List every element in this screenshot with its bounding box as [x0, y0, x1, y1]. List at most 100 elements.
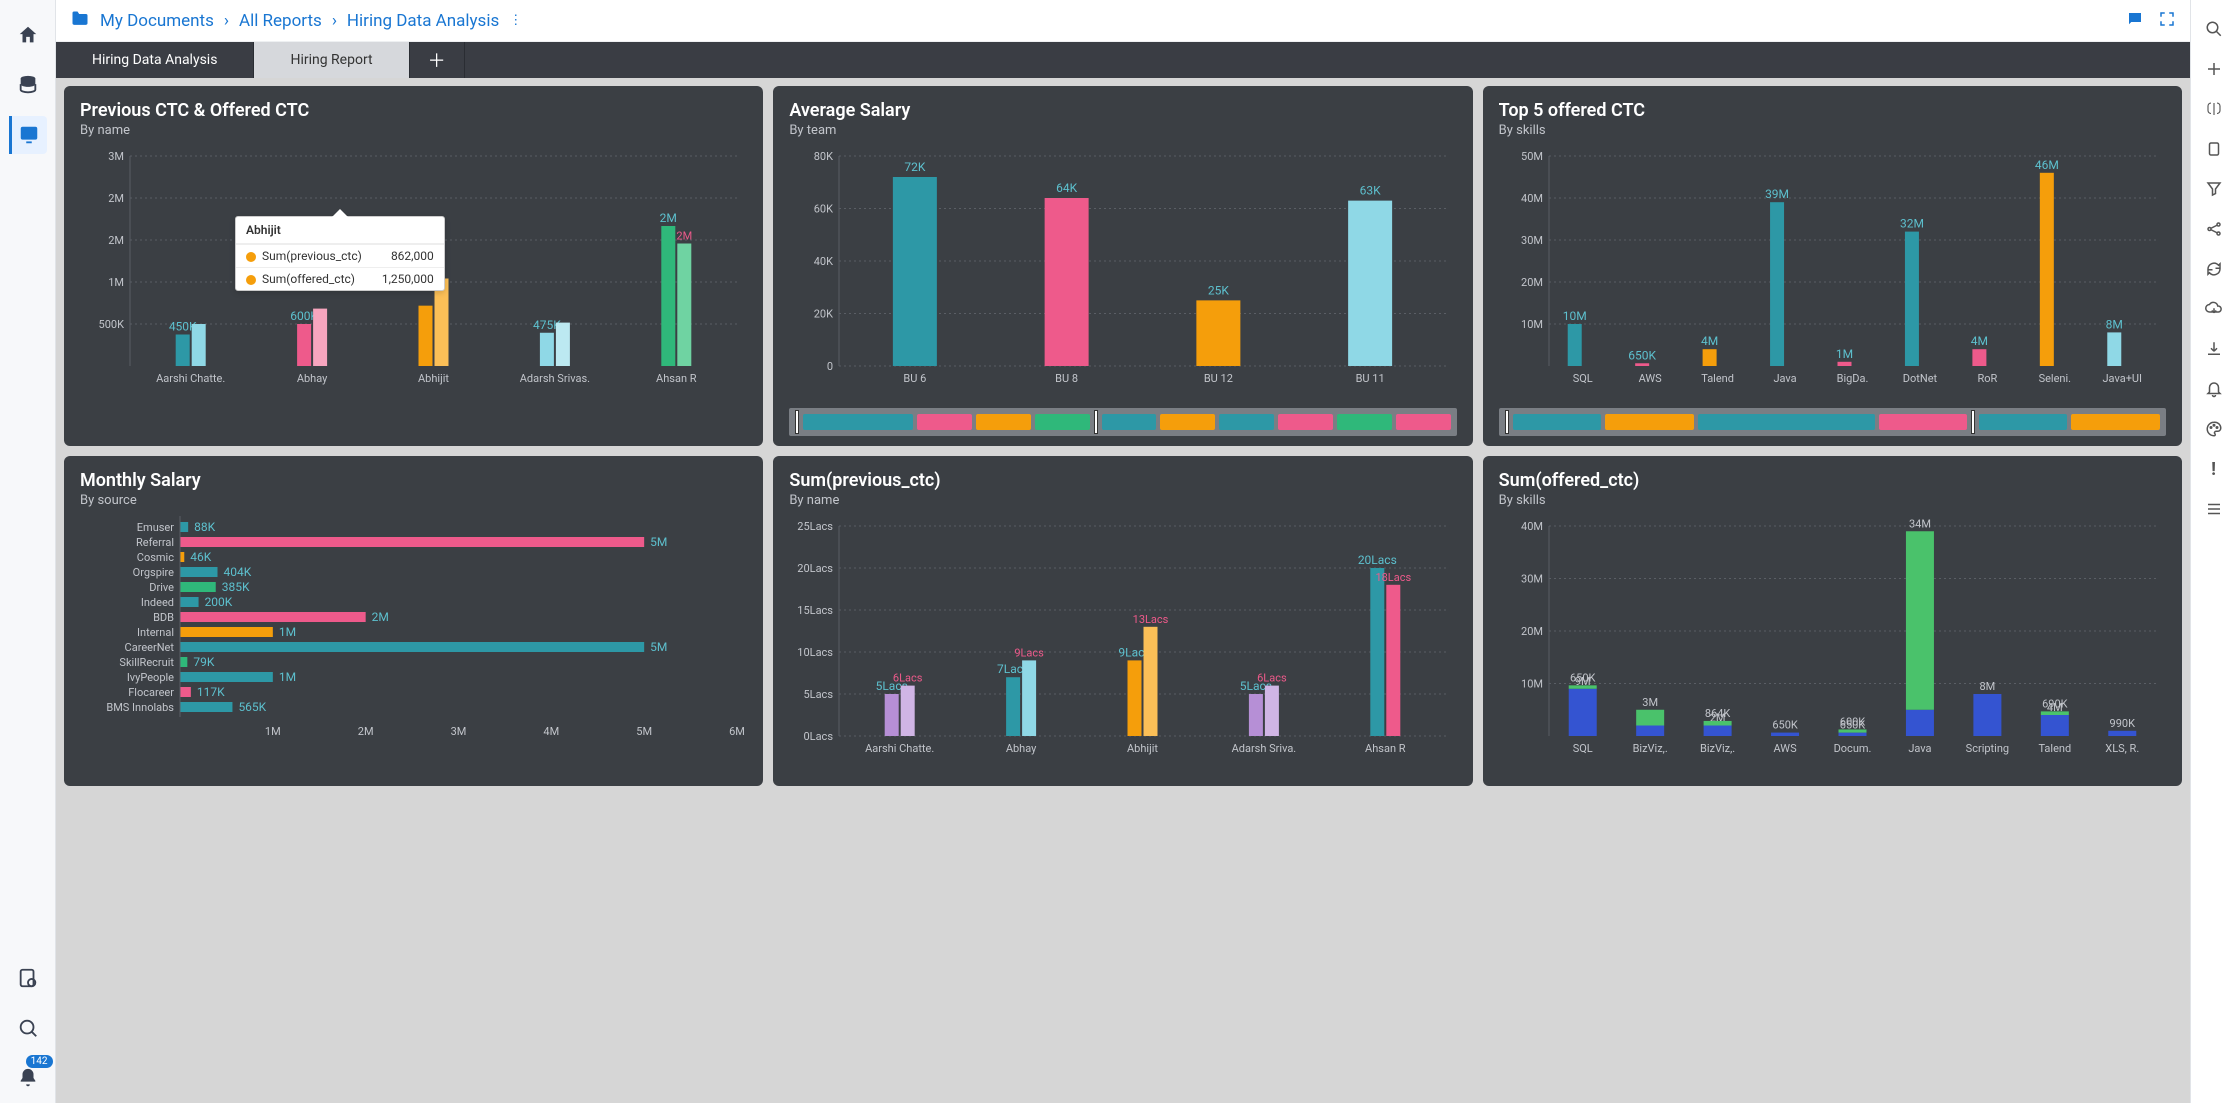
svg-text:10M: 10M	[1521, 318, 1543, 331]
card-subtitle: By skills	[1499, 123, 2166, 138]
download-icon[interactable]	[2203, 338, 2225, 360]
bell-icon[interactable]	[2203, 378, 2225, 400]
chart-top5-ctc[interactable]: 10M20M30M40M50MSQL10MAWS650KTalend4MJava…	[1499, 146, 2166, 400]
svg-text:BU 12: BU 12	[1204, 372, 1233, 385]
svg-text:Docum.: Docum.	[1833, 742, 1871, 755]
palette-icon[interactable]	[2203, 418, 2225, 440]
svg-text:Indeed: Indeed	[141, 596, 174, 609]
svg-text:20K: 20K	[814, 308, 833, 321]
svg-text:Referral: Referral	[136, 536, 174, 549]
svg-text:2M: 2M	[108, 234, 124, 247]
audit-icon[interactable]	[9, 959, 47, 997]
svg-text:3M: 3M	[108, 150, 124, 163]
svg-text:Ahsan R: Ahsan R	[656, 372, 697, 385]
svg-text:2M: 2M	[676, 230, 692, 243]
tooltip-title: Abhijit	[236, 217, 444, 244]
card-title: Monthly Salary	[80, 470, 747, 491]
svg-text:63K: 63K	[1360, 184, 1381, 198]
chart-scrub-bar[interactable]	[1499, 408, 2166, 436]
svg-text:BMS Innolabs: BMS Innolabs	[106, 701, 174, 714]
share-icon[interactable]	[2203, 218, 2225, 240]
svg-text:3M: 3M	[1642, 696, 1658, 709]
svg-text:AWS: AWS	[1638, 372, 1662, 385]
svg-text:10Lacs: 10Lacs	[798, 646, 834, 659]
breadcrumb-item-0[interactable]: My Documents	[100, 11, 214, 31]
svg-text:SkillRecruit: SkillRecruit	[119, 656, 174, 669]
svg-text:650K: 650K	[1628, 348, 1656, 362]
svg-text:Abhijit: Abhijit	[418, 372, 449, 385]
chart-sum-off[interactable]: 10M20M30M40MSQL9M650KBizViz,.2M3MBizViz,…	[1499, 516, 2166, 776]
chart-ctc-compare[interactable]: Abhijit Sum(previous_ctc)862,000 Sum(off…	[80, 146, 747, 436]
chart-avg-salary[interactable]: 020K40K60K80KBU 672KBU 864KBU 1225KBU 11…	[789, 146, 1456, 400]
search-icon[interactable]	[2203, 18, 2225, 40]
svg-text:Emuser: Emuser	[137, 521, 174, 534]
breadcrumb-item-2[interactable]: Hiring Data Analysis	[347, 11, 499, 31]
svg-text:2M: 2M	[372, 610, 389, 624]
svg-text:40K: 40K	[814, 255, 833, 268]
svg-text:50M: 50M	[1521, 150, 1543, 163]
plus-icon[interactable]	[2203, 58, 2225, 80]
svg-text:0: 0	[827, 360, 833, 373]
svg-text:4M: 4M	[1970, 334, 1987, 348]
card-title: Previous CTC & Offered CTC	[80, 100, 747, 121]
svg-text:Ahsan R: Ahsan R	[1365, 742, 1406, 755]
database-icon[interactable]	[9, 66, 47, 104]
svg-text:BU 11: BU 11	[1356, 372, 1385, 385]
tab-hiring-report[interactable]: Hiring Report	[254, 42, 409, 78]
clipboard-icon[interactable]	[2203, 138, 2225, 160]
comment-icon[interactable]	[2126, 10, 2144, 32]
svg-text:XLS, R.: XLS, R.	[2105, 742, 2139, 755]
search-doc-icon[interactable]	[9, 1009, 47, 1047]
svg-text:4M: 4M	[543, 725, 559, 738]
svg-text:BU 6: BU 6	[904, 372, 927, 385]
fullscreen-icon[interactable]	[2158, 10, 2176, 32]
card-ctc-compare: Previous CTC & Offered CTC By name Abhij…	[64, 86, 763, 446]
svg-text:Orgspire: Orgspire	[133, 566, 175, 579]
svg-text:9Lacs: 9Lacs	[1015, 646, 1045, 659]
more-vertical-icon[interactable]: ⋮	[509, 13, 522, 28]
svg-text:0Lacs: 0Lacs	[804, 730, 834, 743]
svg-text:2M: 2M	[108, 192, 124, 205]
alert-icon[interactable]: !	[2203, 458, 2225, 480]
chart-sum-prev[interactable]: 0Lacs5Lacs10Lacs15Lacs20Lacs25LacsAarshi…	[789, 516, 1456, 776]
svg-text:DotNet: DotNet	[1902, 372, 1937, 385]
cloud-download-icon[interactable]	[2203, 298, 2225, 320]
home-icon[interactable]	[9, 16, 47, 54]
tab-hiring-data-analysis[interactable]: Hiring Data Analysis	[56, 42, 254, 78]
svg-text:64K: 64K	[1056, 181, 1077, 195]
svg-text:650K: 650K	[1772, 719, 1798, 732]
svg-text:BizViz,.: BizViz,.	[1632, 742, 1667, 755]
svg-text:20M: 20M	[1521, 625, 1543, 638]
chart-monthly-salary[interactable]: Emuser88KReferral5MCosmic46KOrgspire404K…	[80, 516, 747, 776]
svg-text:8M: 8M	[2105, 317, 2122, 331]
svg-text:6Lacs: 6Lacs	[893, 672, 923, 685]
dashboard-canvas: Previous CTC & Offered CTC By name Abhij…	[56, 78, 2190, 1103]
list-icon[interactable]	[2203, 498, 2225, 520]
svg-text:1M: 1M	[1836, 347, 1853, 361]
card-title: Sum(offered_ctc)	[1499, 470, 2166, 491]
svg-text:1M: 1M	[265, 725, 281, 738]
notification-bell-icon[interactable]: 142	[9, 1059, 47, 1097]
svg-text:Java+UI: Java+UI	[2102, 372, 2142, 385]
chart-scrub-bar[interactable]	[789, 408, 1456, 436]
dashboard-icon[interactable]	[9, 116, 47, 154]
filter-icon[interactable]	[2203, 178, 2225, 200]
svg-text:Aarshi Chatte.: Aarshi Chatte.	[156, 372, 225, 385]
svg-text:404K: 404K	[224, 565, 252, 579]
add-tab-button[interactable]: ＋	[410, 42, 465, 78]
card-sum-prev: Sum(previous_ctc) By name 0Lacs5Lacs10La…	[773, 456, 1472, 786]
svg-text:1M: 1M	[108, 276, 124, 289]
svg-text:BU 8: BU 8	[1056, 372, 1079, 385]
svg-text:864K: 864K	[1705, 707, 1731, 720]
brain-icon[interactable]	[2203, 98, 2225, 120]
folder-icon[interactable]	[70, 9, 90, 33]
svg-text:Cosmic: Cosmic	[137, 551, 174, 564]
refresh-icon[interactable]	[2203, 258, 2225, 280]
svg-text:2M: 2M	[358, 725, 374, 738]
svg-text:Flocareer: Flocareer	[128, 686, 174, 699]
breadcrumb-item-1[interactable]: All Reports	[239, 11, 322, 31]
svg-text:60K: 60K	[814, 203, 833, 216]
chevron-right-icon: ›	[332, 11, 337, 31]
svg-text:5M: 5M	[636, 725, 652, 738]
svg-text:Abhay: Abhay	[1006, 742, 1037, 755]
